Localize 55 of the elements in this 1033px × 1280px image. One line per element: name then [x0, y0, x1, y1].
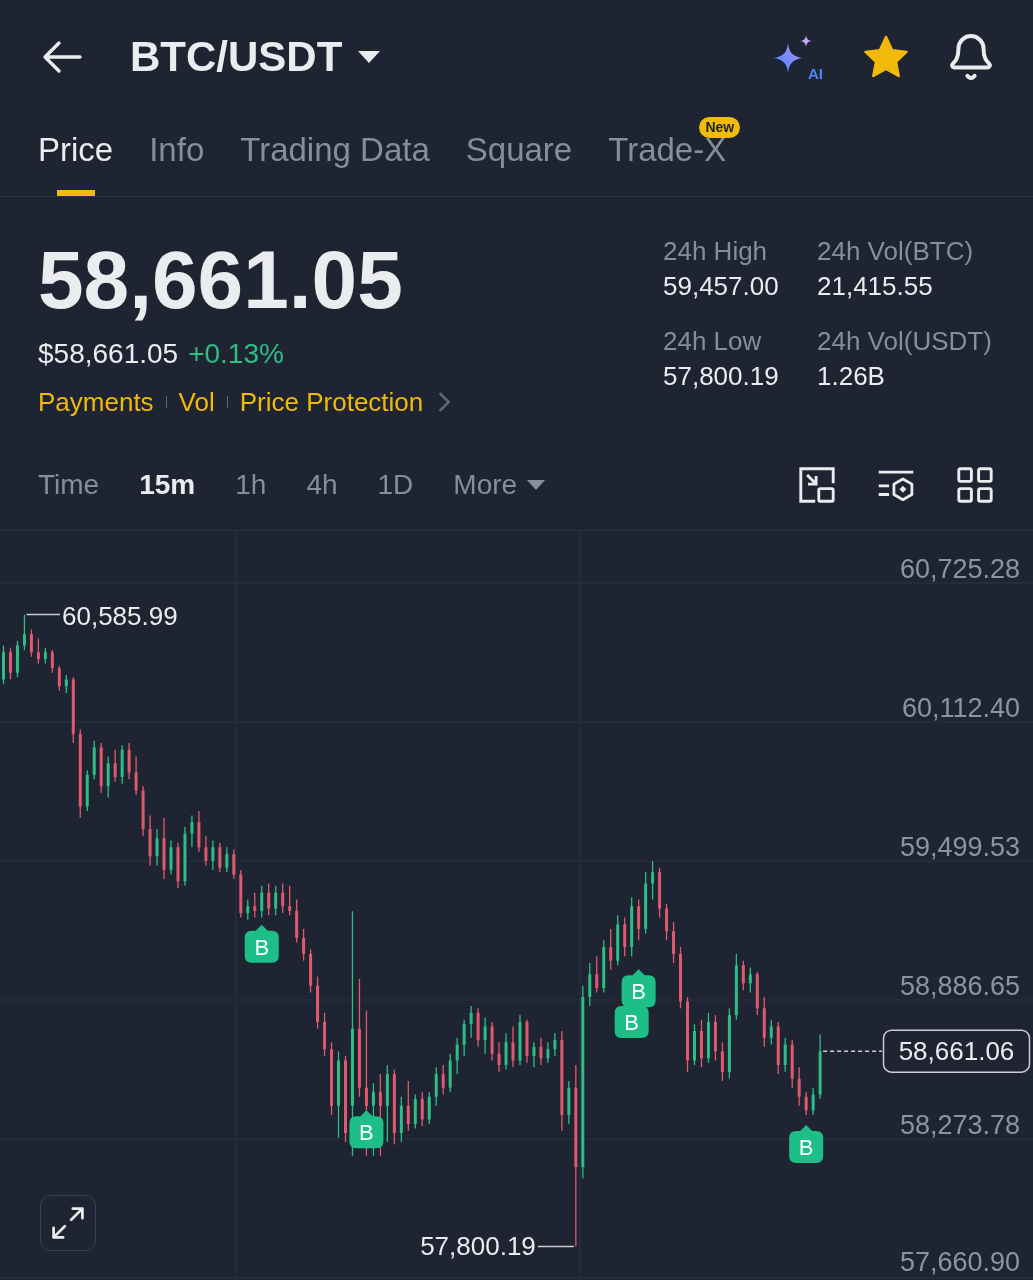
interval-tab[interactable]: 15m [139, 471, 196, 499]
interval-tab[interactable]: Time [38, 471, 100, 499]
ai-button[interactable]: AI [771, 33, 823, 81]
usd-price: $58,661.05 [38, 337, 179, 371]
stat-value: 21,415.55 [817, 270, 934, 303]
buy-marker: B [244, 924, 279, 963]
grid-icon[interactable] [957, 467, 993, 503]
high-price-label: 60,585.99 [62, 600, 178, 631]
price-axis-label: 60,112.40 [901, 693, 1020, 723]
star-icon[interactable] [863, 35, 909, 79]
stat-label: 24h Low [663, 325, 763, 358]
leader-line [25, 613, 61, 616]
tab[interactable]: Price [38, 114, 114, 196]
buy-marker: B [789, 1124, 824, 1163]
stat-label: 24h Vol(BTC) [817, 235, 975, 268]
expand-icon [52, 1207, 84, 1239]
leader-line [537, 1245, 575, 1248]
more-menu-button[interactable]: More [453, 471, 546, 499]
feature-link[interactable]: Price Protection [239, 387, 424, 417]
stat-value: 59,457.00 [663, 270, 780, 303]
price-axis-label: 57,660.90 [899, 1247, 1020, 1277]
buy-marker: B [621, 969, 656, 1008]
price-axis-label: 60,725.28 [899, 554, 1020, 584]
price-axis-label: 59,499.53 [899, 832, 1020, 862]
tab[interactable]: Trading Data [240, 114, 430, 196]
feature-link[interactable]: Vol [178, 387, 215, 417]
price-axis-label: 58,273.78 [899, 1110, 1020, 1140]
interval-tab[interactable]: 1h [235, 471, 267, 499]
feature-link[interactable]: Payments [38, 387, 154, 417]
new-badge: New [699, 117, 741, 138]
interval-tab[interactable]: 4h [306, 471, 338, 499]
back-arrow-icon[interactable] [42, 40, 82, 74]
price-change: +0.13% [188, 337, 284, 371]
settings-icon[interactable] [877, 468, 915, 502]
price-axis-label: 58,886.65 [899, 971, 1020, 1001]
stat-value: 57,800.19 [663, 360, 780, 393]
tab[interactable]: Info [149, 114, 205, 196]
bell-icon[interactable] [949, 34, 993, 80]
stat-label: 24h High [663, 235, 769, 268]
low-price-label: 57,800.19 [420, 1231, 536, 1262]
stat-value: 1.26B [817, 360, 886, 393]
caret-icon [358, 51, 381, 63]
expand-button[interactable] [40, 1195, 96, 1251]
stat-label: 24h Vol(USDT) [817, 325, 993, 358]
interval-tab[interactable]: 1D [377, 471, 414, 499]
tab[interactable]: Trade-X New [608, 114, 741, 196]
pair-selector[interactable]: BTC/USDT [130, 36, 381, 78]
last-price: 58,661.05 [38, 239, 403, 321]
chevron-right-icon [439, 392, 451, 412]
picture-in-picture-icon[interactable] [799, 467, 835, 503]
tab[interactable]: Square [465, 114, 573, 196]
caret-icon [527, 480, 546, 490]
last-price-line [822, 1050, 883, 1052]
last-price-tag: 58,661.06 [882, 1029, 1031, 1073]
buy-marker: B [349, 1110, 384, 1149]
